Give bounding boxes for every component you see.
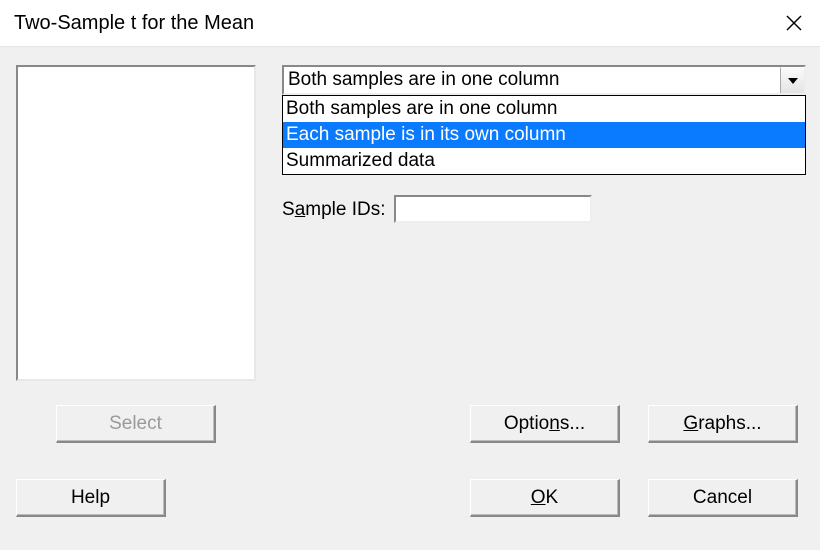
help-button[interactable]: Help [16,479,166,517]
sample-ids-label: Sample IDs: [282,199,386,221]
close-icon [786,15,802,31]
sample-ids-input[interactable] [394,195,592,223]
graphs-button[interactable]: Graphs... [648,405,798,443]
variable-listbox[interactable] [16,65,256,381]
layout-combo-list[interactable]: Both samples are in one columnEach sampl… [282,95,806,175]
dropdown-button[interactable] [780,67,804,93]
window-title: Two-Sample t for the Mean [14,12,254,35]
layout-combo-option[interactable]: Each sample is in its own column [283,122,805,148]
close-button[interactable] [768,0,820,46]
layout-combo[interactable]: Both samples are in one column [282,65,806,95]
select-button: Select [56,405,216,443]
layout-combo-text: Both samples are in one column [284,69,780,91]
chevron-down-icon [788,78,798,84]
options-button[interactable]: Options... [470,405,620,443]
dialog-client: Both samples are in one column Both samp… [0,46,820,550]
layout-combo-option[interactable]: Both samples are in one column [283,96,805,122]
cancel-button[interactable]: Cancel [648,479,798,517]
titlebar: Two-Sample t for the Mean [0,0,820,46]
layout-combo-option[interactable]: Summarized data [283,148,805,174]
ok-button[interactable]: OK [470,479,620,517]
